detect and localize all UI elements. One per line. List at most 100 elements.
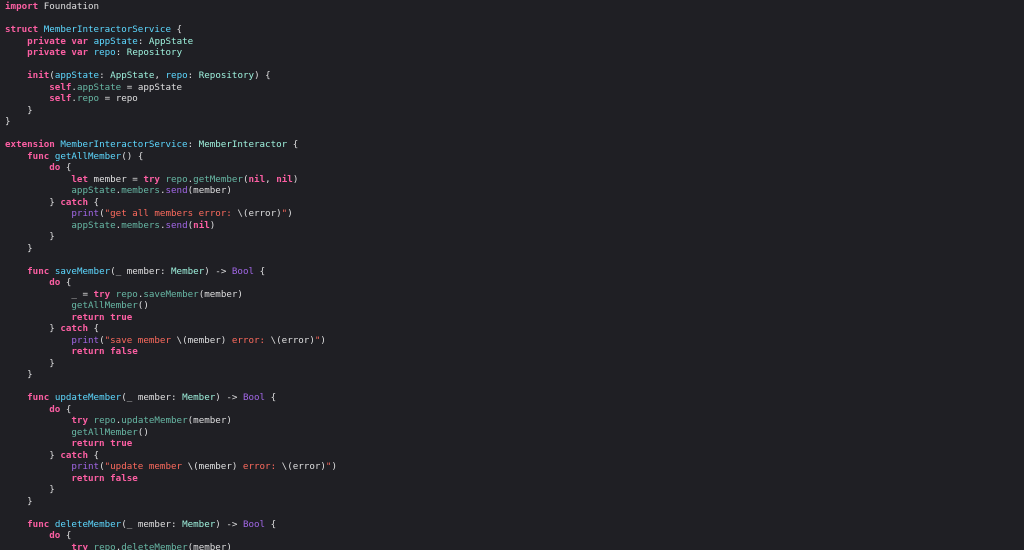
- code-line: init(appState: AppState, repo: Repositor…: [5, 70, 1024, 82]
- code-line: return true: [5, 312, 1024, 324]
- code-token: nil: [248, 173, 266, 185]
- code-token: print: [71, 208, 100, 219]
- source-code[interactable]: import Foundation struct MemberInteractor…: [0, 0, 1024, 550]
- code-line: func saveMember(_ member: Member) -> Boo…: [5, 266, 1024, 278]
- code-token: \(member): [187, 461, 238, 472]
- code-token: appState: [93, 35, 138, 47]
- code-token: Bool: [231, 265, 255, 277]
- code-token: appState: [71, 219, 116, 231]
- code-token: :: [99, 70, 111, 81]
- code-token: init: [27, 70, 50, 81]
- code-line: getAllMember(): [5, 427, 1024, 439]
- code-token: (member): [198, 288, 243, 300]
- code-line: }: [5, 369, 1024, 381]
- code-line: private var appState: AppState: [5, 36, 1024, 48]
- code-token: error:: [237, 461, 282, 472]
- code-editor[interactable]: import Foundation struct MemberInteractor…: [0, 0, 1024, 550]
- code-token: try: [71, 415, 88, 426]
- code-line: appState.members.send(member): [5, 185, 1024, 197]
- code-line: }: [5, 105, 1024, 117]
- code-token: func: [27, 392, 50, 403]
- code-token: (): [137, 426, 149, 438]
- code-line: let member = try repo.getMember(nil, nil…: [5, 174, 1024, 186]
- code-token: \(error): [281, 461, 326, 472]
- code-token: ,: [265, 173, 277, 185]
- code-token: {: [265, 518, 277, 530]
- code-token: nil: [276, 173, 293, 185]
- code-line: func updateMember(_ member: Member) -> B…: [5, 392, 1024, 404]
- code-token: send: [165, 219, 188, 231]
- code-line: }: [5, 496, 1024, 508]
- code-token: func: [27, 150, 50, 162]
- code-token: ): [287, 208, 293, 219]
- code-token: ): [292, 173, 299, 185]
- code-token: getAllMember: [71, 426, 138, 438]
- code-line: } catch {: [5, 450, 1024, 462]
- code-token: send: [165, 185, 188, 196]
- code-token: }: [5, 495, 33, 507]
- code-token: import: [5, 1, 39, 12]
- code-token: private: [27, 35, 66, 47]
- code-token: self: [49, 93, 72, 104]
- code-token: repo: [115, 288, 138, 300]
- code-token: member =: [88, 173, 144, 185]
- code-token: _ =: [5, 288, 94, 300]
- code-token: func: [27, 518, 50, 530]
- code-token: do: [49, 277, 61, 288]
- code-token: }: [5, 231, 55, 242]
- code-line: print("get all members error: \(error)"): [5, 208, 1024, 220]
- code-token: {: [60, 162, 72, 173]
- code-line: self.repo = repo: [5, 93, 1024, 105]
- code-token: let: [71, 173, 88, 185]
- code-line: return true: [5, 438, 1024, 450]
- code-token: extension: [5, 139, 55, 150]
- code-line: getAllMember(): [5, 300, 1024, 312]
- code-line: try repo.deleteMember(member): [5, 542, 1024, 550]
- code-line: print("update member \(member) error: \(…: [5, 461, 1024, 473]
- code-token: var: [71, 47, 89, 58]
- code-token: Bool: [242, 392, 266, 403]
- code-token: print: [71, 334, 100, 346]
- code-token: catch: [60, 449, 88, 461]
- code-token: "get all members error:: [104, 208, 238, 219]
- code-token: saveMember: [54, 265, 111, 277]
- code-token: true: [110, 438, 133, 449]
- code-line: } catch {: [5, 323, 1024, 335]
- code-token: (member): [187, 185, 232, 196]
- code-line: try repo.updateMember(member): [5, 415, 1024, 427]
- code-token: return: [71, 438, 105, 449]
- code-token: error:: [226, 334, 271, 346]
- code-token: func: [27, 265, 50, 277]
- code-token: }: [5, 357, 55, 369]
- code-token: return: [71, 472, 105, 484]
- code-token: }: [5, 323, 61, 334]
- code-token: ): [320, 334, 326, 346]
- code-line: struct MemberInteractorService {: [5, 24, 1024, 36]
- code-token: appState: [76, 81, 122, 93]
- code-token: (_ member:: [110, 265, 172, 277]
- code-token: (): [137, 300, 149, 311]
- code-token: {: [88, 323, 100, 334]
- code-line: import Foundation: [5, 1, 1024, 13]
- code-token: try: [93, 288, 111, 300]
- code-token: (_ member:: [121, 392, 183, 403]
- code-token: ): [331, 461, 338, 472]
- code-line: do {: [5, 404, 1024, 416]
